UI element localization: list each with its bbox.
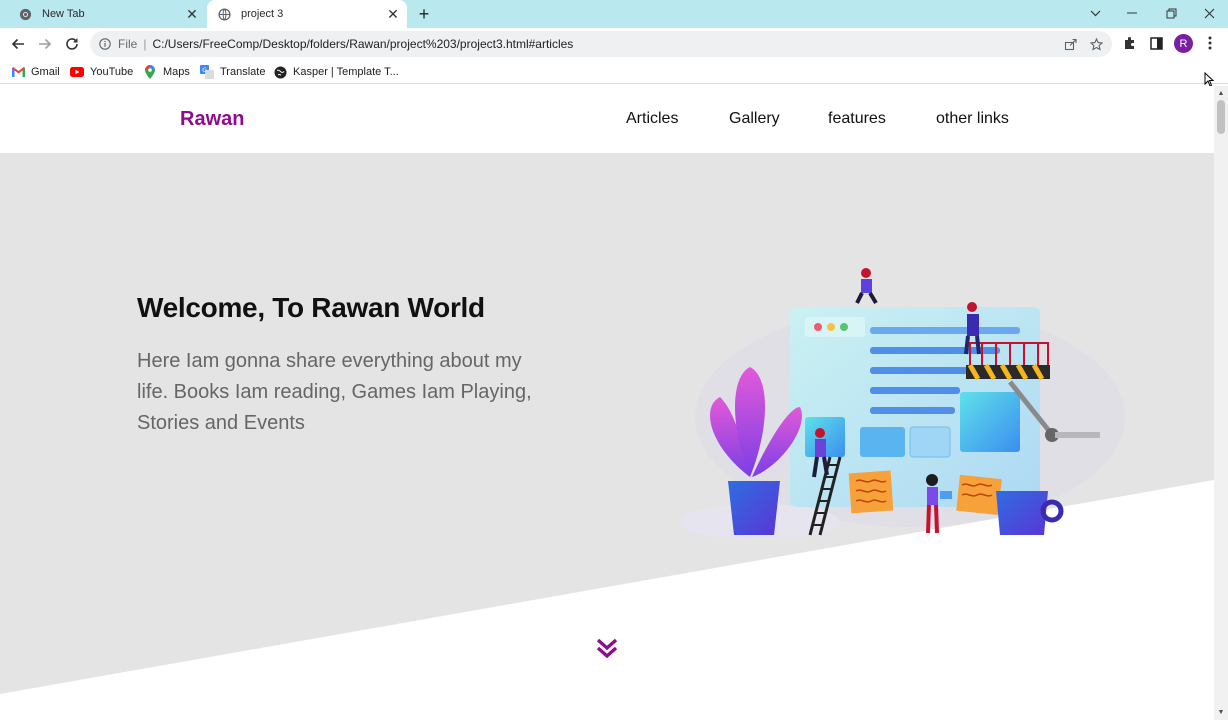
bookmark-label: Gmail	[31, 66, 60, 78]
scroll-up-arrow-icon[interactable]: ▲	[1217, 89, 1225, 97]
chrome-icon	[18, 7, 32, 21]
tab-project-3[interactable]: project 3 ✕	[207, 0, 407, 28]
close-tab-icon[interactable]: ✕	[184, 6, 200, 22]
tab-strip: New Tab ✕ project 3 ✕ +	[0, 0, 1228, 28]
nav-link-articles[interactable]: Articles	[626, 110, 678, 128]
bookmark-label: YouTube	[90, 66, 134, 78]
youtube-icon	[70, 65, 84, 79]
bookmark-maps[interactable]: Maps	[143, 64, 190, 80]
bookmarks-bar: Gmail YouTube Maps G Translate Kasper | …	[0, 60, 1228, 84]
side-panel-icon[interactable]	[1147, 34, 1165, 52]
scroll-down-arrow-icon[interactable]: ▼	[1217, 708, 1225, 716]
nav-link-gallery[interactable]: Gallery	[729, 110, 780, 128]
new-tab-button[interactable]: +	[414, 4, 434, 24]
bookmark-youtube[interactable]: YouTube	[70, 64, 133, 80]
gmail-icon	[11, 65, 25, 79]
bookmark-label: Translate	[220, 66, 266, 78]
hero-description: Here Iam gonna share everything about my…	[137, 350, 532, 434]
bookmark-label: Kasper | Template T...	[293, 66, 399, 78]
forward-arrow-icon[interactable]	[34, 33, 56, 55]
close-window-icon[interactable]	[1199, 4, 1219, 22]
svg-text:G: G	[202, 67, 207, 74]
hero-title: Welcome, To Rawan World	[137, 292, 485, 323]
tab-title: New Tab	[42, 8, 85, 20]
close-tab-icon[interactable]: ✕	[385, 6, 401, 22]
info-icon[interactable]	[98, 37, 112, 51]
page-viewport: Rawan Articles Gallery features other li…	[0, 86, 1214, 720]
url-text[interactable]: C:/Users/FreeComp/Desktop/folders/Rawan/…	[152, 37, 573, 51]
bookmark-translate[interactable]: G Translate	[200, 64, 265, 80]
globe-icon	[217, 7, 231, 21]
bookmark-star-icon[interactable]	[1088, 36, 1104, 52]
address-bar[interactable]: File | C:/Users/FreeComp/Desktop/folders…	[90, 31, 1112, 57]
maps-icon	[143, 65, 157, 79]
site-logo[interactable]: Rawan	[180, 108, 244, 131]
extensions-puzzle-icon[interactable]	[1121, 34, 1139, 52]
scroll-down-chevrons-icon[interactable]	[596, 637, 618, 659]
mouse-cursor-icon	[1204, 72, 1214, 87]
nav-link-features[interactable]: features	[828, 110, 886, 128]
url-scheme: File	[118, 37, 138, 51]
globe-icon	[273, 65, 287, 79]
hero-section: Welcome, To Rawan World Here Iam gonna s…	[0, 153, 1214, 720]
restore-icon[interactable]	[1161, 4, 1181, 22]
url-separator: |	[143, 37, 147, 51]
more-menu-icon[interactable]	[1201, 34, 1219, 52]
bookmark-gmail[interactable]: Gmail	[11, 64, 60, 80]
reload-icon[interactable]	[61, 33, 83, 55]
tab-title: project 3	[241, 8, 284, 20]
share-icon[interactable]	[1062, 36, 1078, 52]
tab-search-icon[interactable]	[1085, 4, 1105, 22]
nav-link-other-links[interactable]: other links	[936, 110, 1009, 128]
page-scrollbar[interactable]: ▲ ▼	[1214, 86, 1228, 720]
tab-new-tab[interactable]: New Tab ✕	[8, 0, 206, 28]
back-arrow-icon[interactable]	[7, 33, 29, 55]
translate-icon: G	[200, 65, 214, 79]
hero-illustration	[680, 268, 1125, 537]
profile-avatar[interactable]: R	[1174, 34, 1193, 53]
bookmark-label: Maps	[163, 66, 190, 78]
site-header: Rawan Articles Gallery features other li…	[0, 86, 1214, 153]
bookmark-kasper[interactable]: Kasper | Template T...	[273, 64, 399, 80]
scroll-thumb[interactable]	[1217, 100, 1225, 134]
minimize-icon[interactable]	[1122, 4, 1142, 22]
browser-toolbar: File | C:/Users/FreeComp/Desktop/folders…	[0, 28, 1228, 60]
